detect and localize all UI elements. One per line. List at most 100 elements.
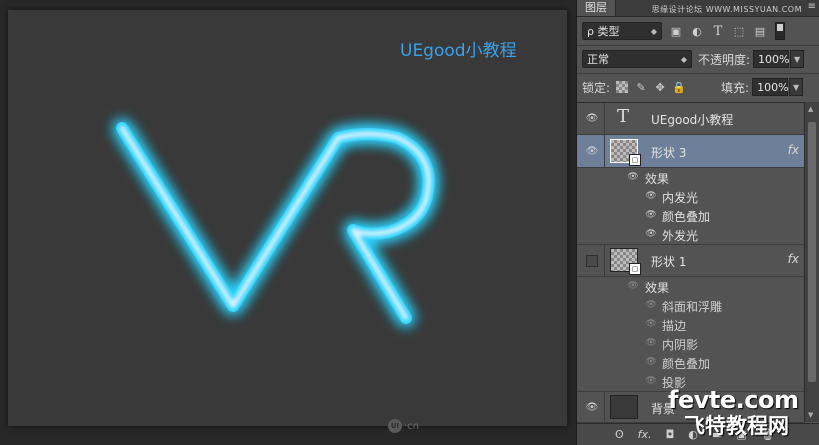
blend-mode-value: 正常	[587, 53, 609, 66]
divider	[577, 45, 819, 46]
opacity-input[interactable]: 100%	[753, 50, 790, 68]
add-mask-icon[interactable]: ◘	[666, 428, 675, 441]
layer-thumbnail: ▢	[610, 139, 641, 166]
effects-header-row: 👁 效果	[577, 168, 805, 187]
layer-name: 形状 1	[651, 255, 687, 269]
fevte-watermark-cn: 飞特教程网	[684, 414, 789, 438]
vr-neon-artwork	[115, 121, 436, 325]
blend-mode-select[interactable]: 正常 ◆	[582, 50, 692, 68]
layer-thumbnail: ▢	[610, 248, 641, 275]
lock-transparent-icon[interactable]	[616, 81, 629, 93]
vector-mask-icon: ▢	[629, 154, 641, 166]
ui-cn-watermark-text: ·cn	[404, 420, 420, 432]
missyuan-watermark: 思缘设计论坛 WWW.MISSYUAN.COM	[651, 5, 802, 14]
divider	[604, 244, 605, 276]
filter-type-text-icon[interactable]: T	[711, 24, 725, 39]
scrollbar-thumb[interactable]	[808, 122, 816, 382]
layer-filter-row: ρ 类型 ◆ ▣ ◐ T ⬚ ▤	[577, 18, 819, 44]
filter-type-select[interactable]: ρ 类型 ◆	[582, 22, 662, 40]
divider	[577, 73, 819, 74]
effect-label: 描边	[662, 319, 687, 333]
layer-name: 形状 3	[651, 146, 687, 160]
opacity-label: 不透明度:	[698, 52, 751, 67]
eye-icon[interactable]: 👁	[585, 146, 599, 157]
eye-icon[interactable]: 👁	[645, 300, 657, 310]
lock-all-icon[interactable]: 🔒	[672, 81, 686, 94]
eye-icon[interactable]: 👁	[627, 172, 639, 182]
lock-label: 锁定:	[582, 80, 611, 95]
effect-label: 内阴影	[662, 338, 699, 352]
effects-header-row: 👁 效果	[577, 277, 805, 296]
add-style-fx-icon[interactable]: fx.	[638, 428, 652, 441]
divider	[604, 391, 605, 422]
layer-row-shape1[interactable]: ▢ 形状 1 fx	[577, 244, 805, 277]
fill-label: 填充:	[721, 80, 750, 95]
effect-row[interactable]: 👁 内阴影	[577, 334, 805, 353]
eye-icon[interactable]: 👁	[585, 113, 599, 124]
effect-label: 颜色叠加	[662, 210, 711, 224]
effect-label: 颜色叠加	[662, 357, 711, 371]
filter-toggle-switch[interactable]	[775, 22, 785, 40]
ui-cn-logo-icon: UI	[388, 419, 402, 433]
effect-row[interactable]: 👁 颜色叠加	[577, 353, 805, 372]
fill-dropdown-icon[interactable]: ▼	[789, 78, 804, 96]
fx-icon[interactable]: fx	[788, 252, 799, 266]
filter-shape-icon[interactable]: ⬚	[732, 24, 746, 38]
scroll-down-icon[interactable]: ▼	[808, 411, 813, 419]
layers-scrollbar[interactable]: ▲ ▼	[804, 102, 819, 422]
panel-menu-icon[interactable]: ≡	[808, 1, 816, 12]
eye-icon[interactable]: 👁	[645, 319, 657, 329]
fill-input[interactable]: 100%	[752, 78, 789, 96]
chevron-updown-icon: ◆	[680, 55, 687, 64]
effect-row[interactable]: 👁 外发光	[577, 225, 805, 245]
ui-cn-watermark: UI ·cn	[388, 419, 419, 433]
link-layers-icon[interactable]: ʘ	[615, 428, 624, 441]
layers-panel: 图层 思缘设计论坛 WWW.MISSYUAN.COM ≡ ρ 类型 ◆ ▣ ◐ …	[576, 0, 819, 445]
filter-smartobject-icon[interactable]: ▤	[753, 24, 767, 38]
filter-type-label: ρ 类型	[587, 25, 620, 38]
divider	[604, 135, 605, 167]
eye-icon[interactable]: 👁	[645, 210, 657, 220]
eye-icon[interactable]: 👁	[645, 338, 657, 348]
opacity-dropdown-icon[interactable]: ▼	[790, 50, 805, 68]
lock-move-icon[interactable]: ✥	[654, 81, 666, 94]
fx-icon[interactable]: fx	[788, 143, 799, 157]
lock-brush-icon[interactable]: ✎	[635, 81, 647, 94]
layer-name: UEgood小教程	[651, 113, 734, 127]
scroll-up-icon[interactable]: ▲	[808, 105, 813, 113]
effect-row[interactable]: 👁 内发光	[577, 187, 805, 206]
eye-icon[interactable]: 👁	[645, 191, 657, 201]
eye-icon[interactable]: 👁	[585, 402, 599, 413]
eye-icon[interactable]: 👁	[645, 357, 657, 367]
canvas-text-layer: UEgood小教程	[400, 41, 517, 61]
divider	[604, 103, 605, 134]
effect-label: 内发光	[662, 191, 699, 205]
eye-icon[interactable]: 👁	[645, 229, 657, 239]
effect-row[interactable]: 👁 描边	[577, 315, 805, 334]
chevron-updown-icon: ◆	[650, 27, 657, 36]
text-layer-thumb-icon: T	[617, 106, 630, 127]
effects-label: 效果	[645, 281, 670, 295]
effect-row[interactable]: 👁 颜色叠加	[577, 206, 805, 225]
filter-pixel-icon[interactable]: ▣	[669, 24, 683, 38]
eye-icon[interactable]: 👁	[627, 281, 639, 291]
fevte-watermark: fevte.com 飞特教程网	[668, 386, 799, 438]
effect-label: 外发光	[662, 229, 699, 243]
vector-mask-icon: ▢	[629, 263, 641, 275]
visibility-off-box[interactable]	[586, 255, 598, 267]
tab-layers[interactable]: 图层	[577, 0, 616, 16]
effects-label: 效果	[645, 172, 670, 186]
layer-thumbnail	[610, 395, 638, 419]
layer-row-shape3[interactable]: 👁 ▢ 形状 3 fx	[577, 135, 805, 168]
layers-list: 👁 T UEgood小教程 👁 ▢ 形状 3 fx 👁 效果 👁 内发光 👁 颜…	[577, 102, 819, 423]
lock-fill-row: 锁定: ✎ ✥ 🔒 填充: 100% ▼	[577, 76, 819, 98]
document-canvas[interactable]: UEgood小教程	[8, 10, 567, 426]
filter-adjustment-icon[interactable]: ◐	[690, 24, 704, 38]
effect-label: 斜面和浮雕	[662, 300, 723, 314]
layer-row-text[interactable]: 👁 T UEgood小教程	[577, 103, 805, 135]
panel-tabbar: 图层 思缘设计论坛 WWW.MISSYUAN.COM ≡	[577, 0, 819, 17]
blend-opacity-row: 正常 ◆ 不透明度: 100% ▼	[577, 47, 819, 71]
document-workspace: UEgood小教程 UI ·cn	[0, 0, 576, 445]
effect-row[interactable]: 👁 斜面和浮雕	[577, 296, 805, 315]
eye-icon[interactable]: 👁	[645, 376, 657, 386]
